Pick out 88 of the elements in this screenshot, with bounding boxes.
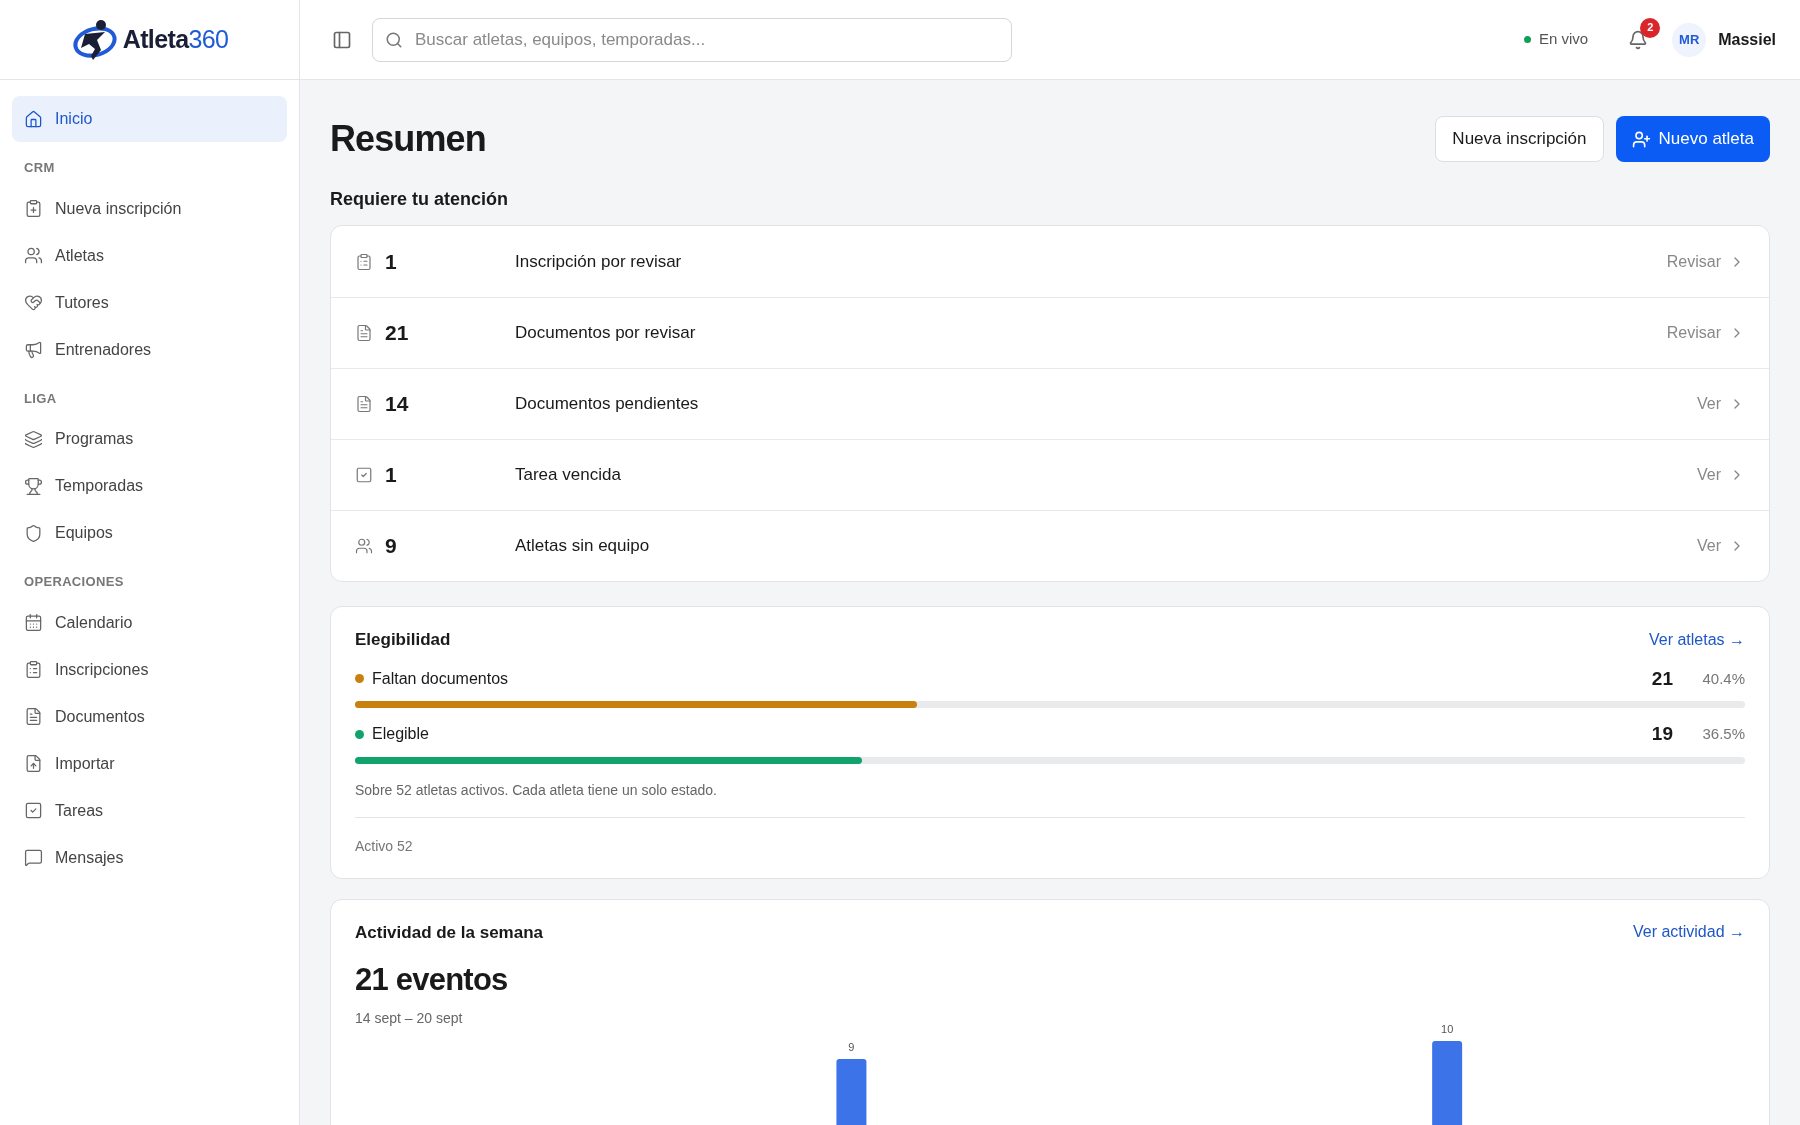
users-icon (24, 246, 43, 265)
attention-row[interactable]: 1 Inscripción por revisar Revisar (331, 226, 1769, 297)
view-athletes-link[interactable]: Ver atletas → (1648, 627, 1745, 652)
clipboard-list-icon (355, 252, 373, 271)
file-upload-icon (24, 754, 43, 773)
view-activity-link[interactable]: Ver actividad → (1632, 920, 1745, 945)
logo-text: Atleta360 (122, 23, 229, 55)
search-input[interactable]: Buscar atletas, equipos, temporadas... (415, 26, 999, 53)
attention-row[interactable]: 1 Tarea vencida Ver (331, 439, 1769, 510)
status-label: Elegible (372, 724, 429, 745)
card-title: Elegibilidad (355, 629, 451, 651)
checkbox-icon (24, 801, 43, 820)
user-avatar[interactable]: MR (1672, 22, 1707, 57)
shield-icon (24, 523, 43, 543)
row-count: 14 (385, 391, 410, 418)
row-count: 9 (385, 533, 398, 560)
active-count: Activo 52 (355, 837, 413, 854)
sidebar-item[interactable]: Equipos (12, 510, 287, 556)
search-field[interactable]: Buscar atletas, equipos, temporadas... (372, 17, 1012, 62)
attention-row[interactable]: 14 Documentos pendientes Ver (331, 368, 1769, 439)
status-label: Faltan documentos (372, 668, 509, 689)
sidebar-item[interactable]: Mensajes (12, 834, 287, 881)
sidebar-item[interactable]: Calendario (12, 599, 287, 646)
row-count: 1 (385, 462, 398, 489)
status-percent: 40.4% (1701, 668, 1745, 689)
users-icon (355, 537, 373, 555)
clipboard-plus-icon (24, 199, 43, 218)
document-icon (355, 324, 373, 342)
row-label: Atletas sin equipo (515, 535, 650, 558)
section-title: Requiere tu atención (330, 188, 510, 211)
attention-row[interactable]: 21 Documentos por revisar Revisar (331, 297, 1769, 368)
clipboard-list-icon (24, 660, 43, 679)
sidebar-item[interactable]: Atletas (12, 232, 287, 279)
trophy-icon (24, 476, 43, 496)
row-action-link[interactable]: Ver (1697, 534, 1745, 558)
document-icon (24, 707, 43, 726)
megaphone-icon (24, 340, 43, 359)
row-action-link[interactable]: Ver (1697, 392, 1745, 416)
bar-value-label: 9 (848, 1040, 855, 1053)
row-label: Documentos por revisar (515, 322, 696, 345)
sidebar-item[interactable]: Tareas (12, 787, 287, 834)
status-label: En vivo (1539, 29, 1589, 50)
sidebar-item[interactable]: Inicio (12, 96, 287, 142)
notifications-button[interactable] (1628, 29, 1649, 50)
row-label: Documentos pendientes (515, 393, 699, 416)
row-label: Inscripción por revisar (515, 250, 682, 273)
sidebar-item[interactable]: Documentos (12, 693, 287, 740)
bar-value-label: 10 (1441, 1022, 1454, 1035)
eligibility-note: Sobre 52 atletas activos. Cada atleta tiene un solo estado. (355, 780, 718, 800)
section-heading: CRM (23, 159, 56, 177)
attention-row[interactable]: 9 Atletas sin equipo Ver (331, 510, 1769, 581)
row-action-link[interactable]: Revisar (1666, 249, 1745, 274)
sidebar-toggle-icon[interactable] (332, 29, 352, 50)
calendar-icon (24, 613, 43, 632)
user-plus-icon (1631, 129, 1651, 149)
checkbox-icon (355, 466, 373, 484)
status-count: 21 (1651, 666, 1673, 691)
sidebar-item[interactable]: Inscripciones (12, 646, 287, 693)
event-total: 21 eventos (355, 961, 509, 999)
row-action-link[interactable]: Ver (1697, 463, 1745, 487)
sidebar-item[interactable]: Temporadas (12, 463, 287, 509)
new-enrollment-button[interactable]: Nueva inscripción (1435, 116, 1604, 162)
heart-handshake-icon (24, 293, 43, 312)
chart-bar (836, 1058, 867, 1125)
message-icon (24, 848, 43, 867)
layers-icon (24, 429, 43, 449)
sidebar-item[interactable]: Entrenadores (12, 326, 287, 373)
document-icon (355, 395, 373, 413)
row-action-link[interactable]: Revisar (1666, 321, 1745, 345)
sidebar-item[interactable]: Importar (12, 740, 287, 787)
status-count: 19 (1651, 722, 1673, 746)
notification-badge: 2 (1640, 17, 1661, 38)
page-title: Resumen (330, 117, 486, 161)
row-label: Tarea vencida (515, 464, 621, 487)
home-icon (24, 109, 43, 129)
user-name: Massiel (1718, 29, 1776, 50)
logo-icon (70, 17, 119, 62)
sidebar-item[interactable]: Tutores (12, 279, 287, 326)
row-count: 1 (385, 248, 398, 275)
sidebar-item[interactable]: Nueva inscripción (12, 185, 287, 232)
row-count: 21 (385, 320, 410, 347)
card-title: Actividad de la semana (355, 921, 544, 944)
new-athlete-button[interactable]: Nuevo atleta (1615, 116, 1770, 162)
section-heading: LIGA (23, 389, 58, 408)
section-heading: OPERACIONES (23, 573, 125, 591)
search-icon (385, 30, 403, 49)
status-percent: 36.5% (1701, 724, 1745, 744)
sidebar-item[interactable]: Programas (12, 416, 287, 462)
